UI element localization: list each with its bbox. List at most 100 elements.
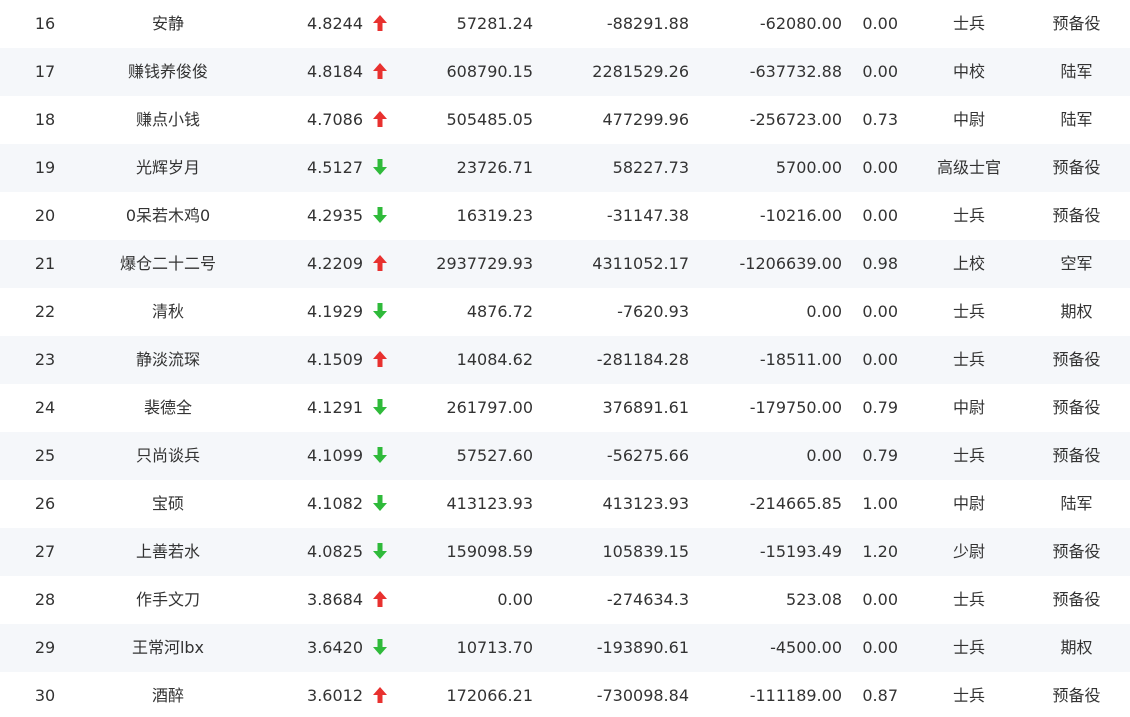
arrow-down-icon (373, 302, 387, 319)
value-3-cell: -214665.85 (749, 494, 842, 513)
table-row[interactable]: 26 宝硕 4.1082 413123.93 413123.93 -214665… (0, 480, 1130, 528)
trader-name-cell[interactable]: 清秋 (90, 288, 246, 336)
branch-cell: 陆军 (1060, 494, 1093, 513)
trend-cell (370, 288, 390, 336)
military-rank-cell: 士兵 (952, 350, 985, 369)
trader-name-cell[interactable]: 宝硕 (90, 480, 246, 528)
table-row[interactable]: 18 赚点小钱 4.7086 505485.05 477299.96 -2567… (0, 96, 1130, 144)
ratio-cell: 0.00 (862, 158, 898, 177)
rank-cell: 19 (34, 158, 56, 177)
trader-name-cell[interactable]: 裴德全 (90, 384, 246, 432)
value-2-cell: -7620.93 (617, 302, 689, 321)
score-cell: 4.5127 (307, 158, 363, 177)
military-rank-cell: 上校 (952, 254, 985, 273)
military-rank-cell: 士兵 (952, 638, 985, 657)
table-row[interactable]: 29 王常河lbx 3.6420 10713.70 -193890.61 -45… (0, 624, 1130, 672)
value-1-cell: 505485.05 (446, 110, 533, 129)
arrow-up-icon (373, 686, 387, 703)
trend-cell (370, 48, 390, 96)
military-rank-cell: 士兵 (952, 206, 985, 225)
value-3-cell: -179750.00 (749, 398, 842, 417)
arrow-down-icon (373, 542, 387, 559)
value-2-cell: -274634.3 (606, 590, 689, 609)
branch-cell: 预备役 (1052, 542, 1101, 561)
table-row[interactable]: 28 作手文刀 3.8684 0.00 -274634.3 523.08 0.0… (0, 576, 1130, 624)
value-3-cell: -10216.00 (759, 206, 842, 225)
value-2-cell: 413123.93 (602, 494, 689, 513)
trader-name-cell[interactable]: 酒醉 (90, 672, 246, 717)
military-rank-cell: 士兵 (952, 302, 985, 321)
branch-cell: 预备役 (1052, 446, 1101, 465)
rank-cell: 30 (34, 686, 56, 705)
trader-name-cell[interactable]: 0呆若木鸡0 (90, 192, 246, 240)
ratio-cell: 0.79 (862, 446, 898, 465)
branch-cell: 预备役 (1052, 398, 1101, 417)
arrow-down-icon (373, 398, 387, 415)
branch-cell: 预备役 (1052, 686, 1101, 705)
score-cell: 4.1291 (307, 398, 363, 417)
branch-cell: 期权 (1060, 302, 1093, 321)
score-cell: 4.2935 (307, 206, 363, 225)
value-3-cell: -1206639.00 (739, 254, 842, 273)
trader-name-cell[interactable]: 只尚谈兵 (90, 432, 246, 480)
branch-cell: 期权 (1060, 638, 1093, 657)
trader-name-cell[interactable]: 爆仓二十二号 (90, 240, 246, 288)
table-row[interactable]: 25 只尚谈兵 4.1099 57527.60 -56275.66 0.00 0… (0, 432, 1130, 480)
trader-name-cell[interactable]: 赚点小钱 (90, 96, 246, 144)
value-2-cell: 477299.96 (602, 110, 689, 129)
table-row[interactable]: 19 光辉岁月 4.5127 23726.71 58227.73 5700.00… (0, 144, 1130, 192)
value-3-cell: -62080.00 (759, 14, 842, 33)
value-2-cell: 58227.73 (612, 158, 689, 177)
rank-cell: 23 (34, 350, 56, 369)
table-row[interactable]: 20 0呆若木鸡0 4.2935 16319.23 -31147.38 -102… (0, 192, 1130, 240)
rank-cell: 16 (34, 14, 56, 33)
trend-cell (370, 192, 390, 240)
value-3-cell: -637732.88 (749, 62, 842, 81)
score-cell: 3.6420 (307, 638, 363, 657)
military-rank-cell: 士兵 (952, 14, 985, 33)
value-2-cell: -88291.88 (606, 14, 689, 33)
trader-name-cell[interactable]: 光辉岁月 (90, 144, 246, 192)
score-cell: 4.8184 (307, 62, 363, 81)
value-2-cell: -730098.84 (596, 686, 689, 705)
branch-cell: 陆军 (1060, 62, 1093, 81)
table-row[interactable]: 22 清秋 4.1929 4876.72 -7620.93 0.00 0.00 … (0, 288, 1130, 336)
value-1-cell: 57281.24 (456, 14, 533, 33)
trader-name-cell[interactable]: 上善若水 (90, 528, 246, 576)
trend-cell (370, 672, 390, 717)
value-1-cell: 57527.60 (456, 446, 533, 465)
trend-cell (370, 0, 390, 48)
arrow-down-icon (373, 638, 387, 655)
trader-name-cell[interactable]: 静淡流琛 (90, 336, 246, 384)
table-row[interactable]: 24 裴德全 4.1291 261797.00 376891.61 -17975… (0, 384, 1130, 432)
trend-cell (370, 96, 390, 144)
table-row[interactable]: 30 酒醉 3.6012 172066.21 -730098.84 -11118… (0, 672, 1130, 717)
trend-cell (370, 144, 390, 192)
arrow-down-icon (373, 446, 387, 463)
trend-cell (370, 480, 390, 528)
ratio-cell: 0.98 (862, 254, 898, 273)
trader-name-cell[interactable]: 王常河lbx (90, 624, 246, 672)
trader-name-cell[interactable]: 安静 (90, 0, 246, 48)
branch-cell: 预备役 (1052, 590, 1101, 609)
trader-name-cell[interactable]: 赚钱养俊俊 (90, 48, 246, 96)
branch-cell: 预备役 (1052, 350, 1101, 369)
rank-cell: 17 (34, 62, 56, 81)
arrow-up-icon (373, 590, 387, 607)
branch-cell: 预备役 (1052, 158, 1101, 177)
rank-cell: 26 (34, 494, 56, 513)
trader-name-cell[interactable]: 作手文刀 (90, 576, 246, 624)
trend-cell (370, 432, 390, 480)
branch-cell: 陆军 (1060, 110, 1093, 129)
value-2-cell: 2281529.26 (592, 62, 689, 81)
rank-cell: 18 (34, 110, 56, 129)
rank-cell: 27 (34, 542, 56, 561)
table-row[interactable]: 23 静淡流琛 4.1509 14084.62 -281184.28 -1851… (0, 336, 1130, 384)
ratio-cell: 0.00 (862, 590, 898, 609)
value-1-cell: 172066.21 (446, 686, 533, 705)
table-row[interactable]: 21 爆仓二十二号 4.2209 2937729.93 4311052.17 -… (0, 240, 1130, 288)
table-row[interactable]: 17 赚钱养俊俊 4.8184 608790.15 2281529.26 -63… (0, 48, 1130, 96)
table-row[interactable]: 16 安静 4.8244 57281.24 -88291.88 -62080.0… (0, 0, 1130, 48)
value-3-cell: -15193.49 (759, 542, 842, 561)
table-row[interactable]: 27 上善若水 4.0825 159098.59 105839.15 -1519… (0, 528, 1130, 576)
